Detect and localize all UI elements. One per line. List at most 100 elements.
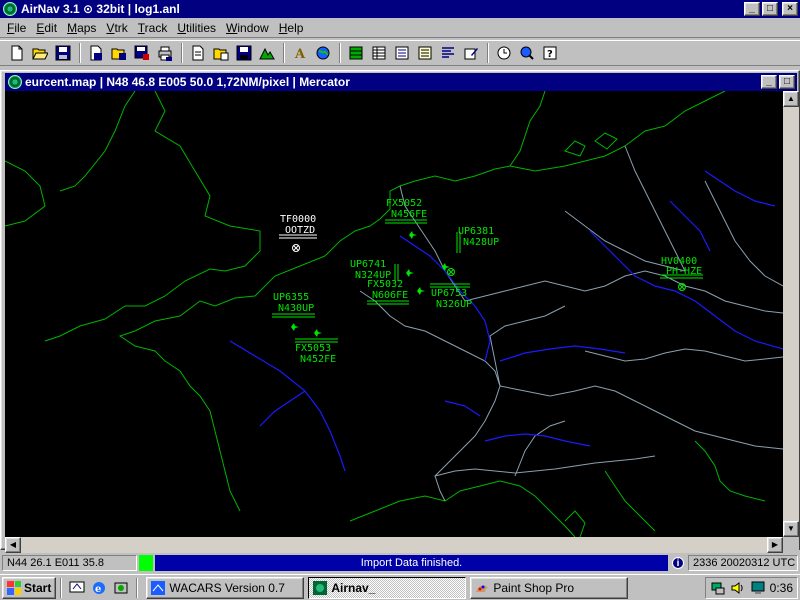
print-map-icon[interactable]	[210, 42, 232, 64]
save-icon[interactable]	[52, 42, 74, 64]
aircraft-up6381[interactable]: UP6381 N428UP	[442, 226, 499, 271]
menu-file[interactable]: File	[2, 21, 31, 35]
app-title-bar: AirNav 3.1 ⊙ 32bit | log1.anl _ □ ×	[0, 0, 800, 18]
task-label: Paint Shop Pro	[493, 580, 575, 595]
new-icon[interactable]	[6, 42, 28, 64]
task-label: WACARS Version 0.7	[169, 580, 285, 595]
menu-edit[interactable]: Edit	[31, 21, 62, 35]
aircraft-callsign: UP6381	[458, 226, 494, 237]
plane-icon	[291, 323, 299, 331]
save-map-icon[interactable]	[233, 42, 255, 64]
aircraft-callsign: FX5032	[367, 279, 403, 290]
scroll-left-button[interactable]: ◀	[5, 537, 21, 553]
volume-icon[interactable]	[730, 580, 746, 596]
app-title: AirNav 3.1 ⊙ 32bit | log1.anl	[21, 2, 180, 16]
toolbar: A ?	[0, 40, 800, 66]
open-log-icon[interactable]	[108, 42, 130, 64]
child-maximize-button[interactable]: □	[779, 75, 795, 89]
info-icon[interactable]: i	[672, 557, 684, 569]
windows-logo-icon	[7, 580, 21, 595]
list-detail-icon[interactable]	[414, 42, 436, 64]
monitor-icon[interactable]	[750, 580, 766, 596]
airnav-app-icon[interactable]	[3, 2, 17, 16]
map-window: eurcent.map | N48 46.8 E005 50.0 1,72NM/…	[0, 70, 800, 553]
aircraft-registration: N428UP	[463, 237, 499, 248]
aircraft-registration: N430UP	[278, 303, 314, 314]
aircraft-callsign: TF0000	[280, 214, 316, 225]
minimize-button[interactable]: _	[744, 2, 760, 16]
svg-text:?: ?	[547, 49, 553, 60]
aircraft-callsign: UP6355	[273, 292, 309, 303]
aircraft-callsign: FX5053	[295, 343, 331, 354]
svg-text:e: e	[95, 584, 101, 595]
menu-maps[interactable]: Maps	[62, 21, 101, 35]
scroll-right-button[interactable]: ▶	[767, 537, 783, 553]
task-wacars[interactable]: WACARS Version 0.7	[146, 576, 305, 599]
menu-track[interactable]: Track	[133, 21, 173, 35]
vertical-scrollbar[interactable]: ▲ ▼	[783, 91, 799, 537]
clock-icon[interactable]	[493, 42, 515, 64]
task-airnav[interactable]: Airnav_	[308, 576, 467, 599]
globe-icon[interactable]	[312, 42, 334, 64]
svg-text:A: A	[294, 47, 306, 61]
menu-vtrk[interactable]: Vtrk	[101, 21, 132, 35]
task-paintshop[interactable]: Paint Shop Pro	[470, 576, 629, 599]
aircraft-registration: N326UP	[436, 299, 472, 310]
aircraft-registration: OOTZD	[285, 225, 315, 236]
plane-icon	[409, 231, 417, 239]
grid-green-icon[interactable]	[345, 42, 367, 64]
aircraft-hv0400[interactable]: HV0400 PH-HZE	[660, 256, 703, 291]
help-icon[interactable]: ?	[539, 42, 561, 64]
status-bar: N44 26.1 E011 35.8 Import Data finished.…	[0, 554, 800, 572]
clock[interactable]: 0:36	[770, 581, 793, 595]
list-icon[interactable]	[391, 42, 413, 64]
ie-icon[interactable]: e	[89, 578, 109, 598]
start-label: Start	[24, 580, 52, 595]
print-icon[interactable]	[154, 42, 176, 64]
aircraft-fx5052[interactable]: FX5052 N456FE	[385, 198, 427, 239]
map-window-icon[interactable]	[8, 75, 22, 89]
menu-utilities[interactable]: Utilities	[172, 21, 221, 35]
aircraft-registration: N606FE	[372, 290, 408, 301]
desktop-icon[interactable]	[67, 578, 87, 598]
close-button[interactable]: ×	[782, 2, 798, 16]
aircraft-fx5032[interactable]: FX5032 N606FE	[367, 279, 425, 305]
menu-window[interactable]: Window	[221, 21, 274, 35]
scrollbar-corner	[783, 537, 799, 553]
start-button[interactable]: Start	[2, 576, 57, 599]
text-list-icon[interactable]	[437, 42, 459, 64]
scroll-down-button[interactable]: ▼	[783, 521, 799, 537]
aircraft-registration: N456FE	[391, 209, 427, 220]
map-window-title: eurcent.map | N48 46.8 E005 50.0 1,72NM/…	[25, 75, 350, 89]
save-log-icon[interactable]	[131, 42, 153, 64]
aircraft-up6741[interactable]: UP6741 N324UP	[350, 259, 414, 281]
menu-help[interactable]: Help	[274, 21, 309, 35]
search-globe-icon[interactable]	[516, 42, 538, 64]
maximize-button[interactable]: □	[762, 2, 778, 16]
aircraft-up6753[interactable]: UP6753 N326UP	[430, 268, 472, 311]
open-icon[interactable]	[29, 42, 51, 64]
aircraft-up6355[interactable]: UP6355 N430UP	[272, 292, 315, 331]
edit-list-icon[interactable]	[460, 42, 482, 64]
new-log-icon[interactable]	[85, 42, 107, 64]
map-tool-icon[interactable]	[256, 42, 278, 64]
paintshop-icon	[476, 584, 489, 592]
airnav-icon	[313, 580, 328, 595]
map-canvas[interactable]: TF0000 OOTZD FX5052 N456FE UP6381 N428UP…	[5, 91, 783, 537]
label-tool-icon[interactable]: A	[289, 42, 311, 64]
new-map-icon[interactable]	[187, 42, 209, 64]
child-minimize-button[interactable]: _	[761, 75, 777, 89]
task-label: Airnav_	[331, 580, 376, 595]
scroll-up-button[interactable]: ▲	[783, 91, 799, 107]
coastlines	[5, 91, 766, 537]
aircraft-tf0000[interactable]: TF0000 OOTZD	[279, 214, 317, 252]
table-icon[interactable]	[368, 42, 390, 64]
network-icon[interactable]	[710, 580, 726, 596]
aircraft-fx5053[interactable]: FX5053 N452FE	[295, 329, 338, 365]
country-borders	[359, 145, 783, 502]
taskbar: Start e WACARS Version 0.7 Airnav_ Paint…	[0, 574, 800, 600]
plane-icon	[314, 329, 322, 337]
horizontal-scrollbar[interactable]: ◀ ▶	[5, 537, 783, 553]
system-tray: 0:36	[704, 576, 798, 599]
channels-icon[interactable]	[111, 578, 131, 598]
